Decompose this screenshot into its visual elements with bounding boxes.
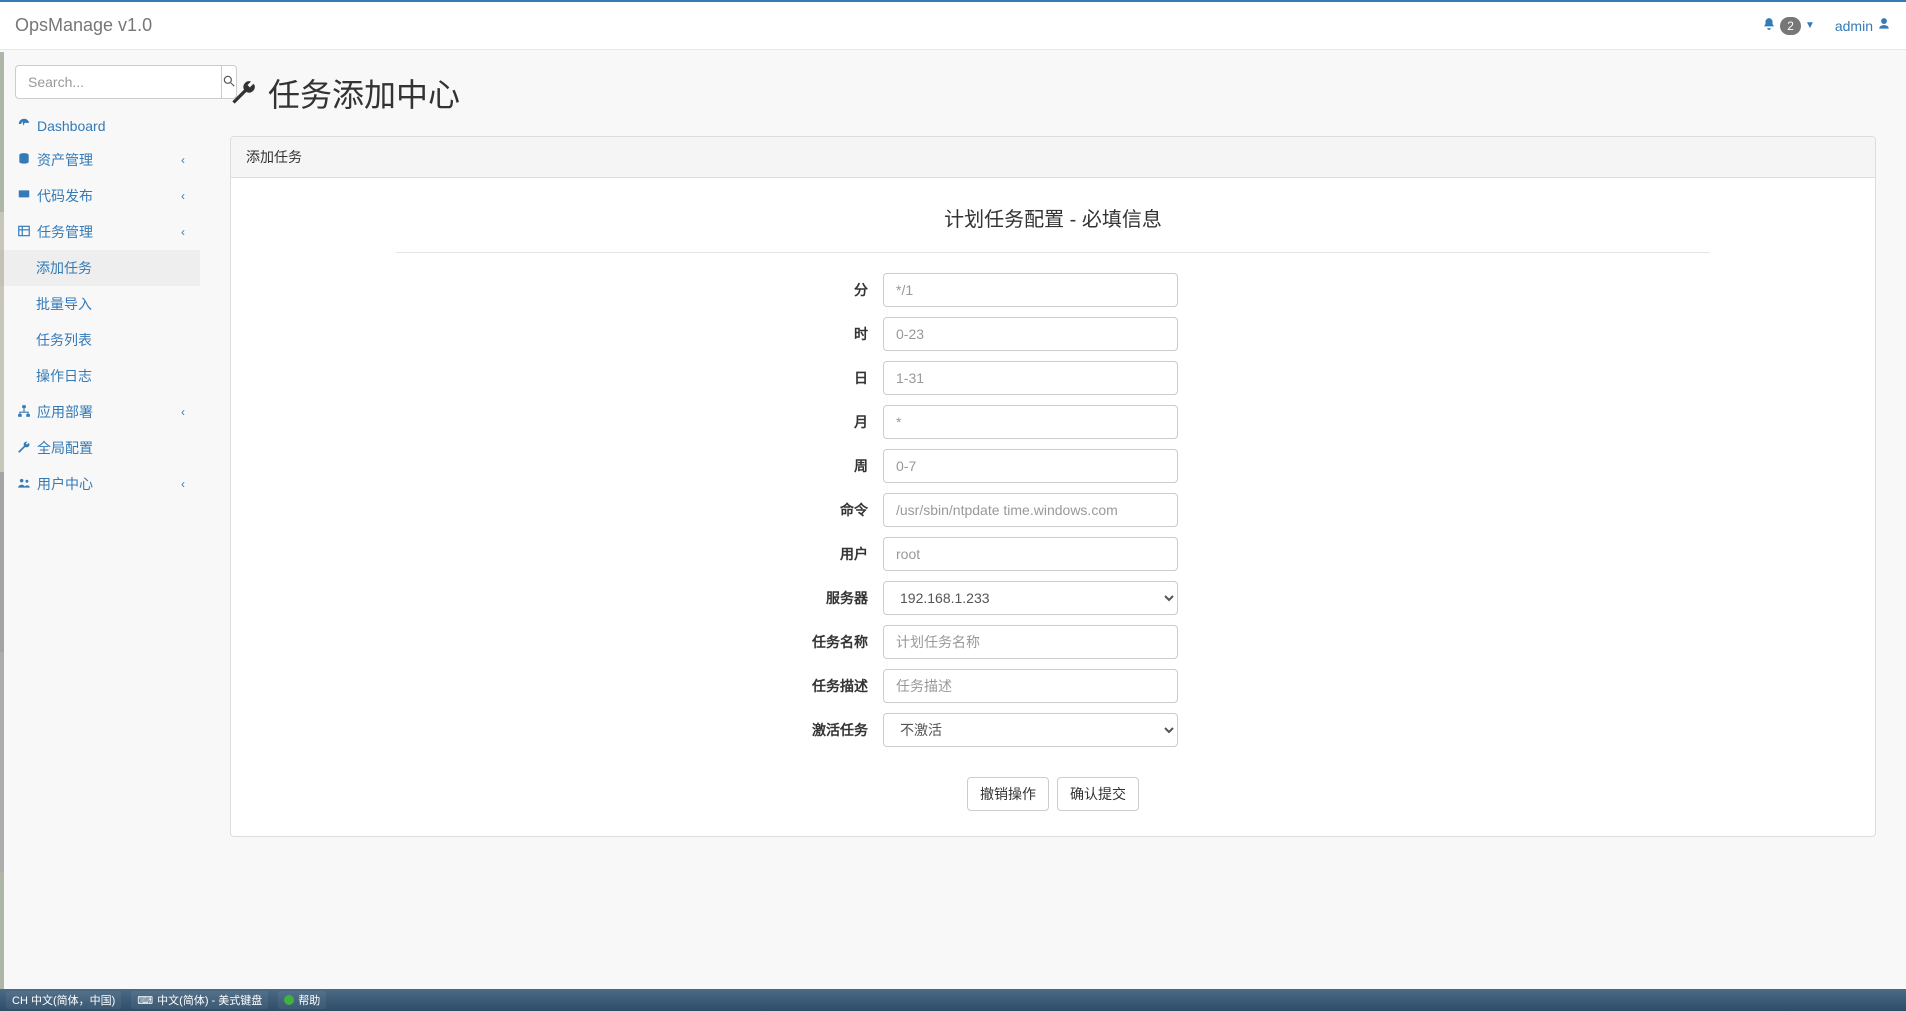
notification-badge: 2	[1780, 17, 1801, 35]
chevron-left-icon: ‹	[181, 405, 185, 419]
form-legend: 计划任务配置 - 必填信息	[396, 193, 1710, 253]
sidebar-item-global-config[interactable]: 全局配置	[0, 430, 200, 466]
chevron-left-icon: ‹	[181, 225, 185, 239]
label-week: 周	[573, 456, 883, 476]
sidebar-item-label: 应用部署	[37, 402, 93, 422]
chevron-left-icon: ‹	[181, 153, 185, 167]
label-month: 月	[573, 412, 883, 432]
left-edge-strip	[0, 52, 4, 989]
chevron-left-icon: ‹	[181, 189, 185, 203]
sidebar-item-label: 操作日志	[36, 366, 92, 386]
page-header: 任务添加中心	[230, 70, 1876, 116]
users-icon	[15, 476, 33, 493]
sidebar-item-deploy[interactable]: 代码发布 ‹	[0, 178, 200, 214]
sidebar-item-label: 任务管理	[37, 222, 93, 242]
notifications-menu[interactable]: 2 ▼	[1762, 17, 1815, 35]
label-server: 服务器	[573, 588, 883, 608]
sidebar-sub-list[interactable]: 任务列表	[0, 322, 200, 358]
table-icon	[15, 224, 33, 241]
sidebar-item-label: 用户中心	[37, 474, 93, 494]
user-menu[interactable]: admin	[1835, 17, 1891, 34]
bell-icon	[1762, 17, 1776, 34]
wrench-icon	[15, 440, 33, 457]
wrench-icon	[230, 78, 258, 109]
status-dot-icon	[284, 995, 294, 1005]
user-icon	[1877, 17, 1891, 34]
label-day: 日	[573, 368, 883, 388]
help-indicator[interactable]: 帮助	[278, 991, 326, 1009]
top-navbar: OpsManage v1.0 2 ▼ admin	[0, 0, 1906, 50]
user-field[interactable]	[883, 537, 1178, 571]
sidebar-search	[15, 65, 185, 99]
os-taskbar: CH 中文(简体，中国) ⌨ 中文(简体) - 美式键盘 帮助	[0, 989, 1906, 1011]
page-title: 任务添加中心	[268, 70, 460, 116]
reset-button[interactable]: 撤销操作	[967, 777, 1049, 811]
ime-label: 中文(简体) - 美式键盘	[157, 992, 262, 1008]
brand-link[interactable]: OpsManage v1.0	[15, 15, 167, 36]
sidebar-sub-add-task[interactable]: 添加任务	[0, 250, 200, 286]
sitemap-icon	[15, 404, 33, 421]
sidebar-item-label: 任务列表	[36, 330, 92, 350]
sidebar-item-app-deploy[interactable]: 应用部署 ‹	[0, 394, 200, 430]
user-label: admin	[1835, 18, 1873, 34]
task-desc-field[interactable]	[883, 669, 1178, 703]
chevron-left-icon: ‹	[181, 477, 185, 491]
month-field[interactable]	[883, 405, 1178, 439]
sidebar-item-label: 批量导入	[36, 294, 92, 314]
sidebar-item-label: Dashboard	[37, 118, 106, 134]
database-icon	[15, 152, 33, 169]
label-minute: 分	[573, 280, 883, 300]
label-command: 命令	[573, 500, 883, 520]
dashboard-icon	[15, 117, 33, 134]
command-field[interactable]	[883, 493, 1178, 527]
sidebar-item-assets[interactable]: 资产管理 ‹	[0, 142, 200, 178]
label-active: 激活任务	[573, 720, 883, 740]
ime-label: CH 中文(简体，中国)	[12, 992, 115, 1008]
sidebar-item-label: 全局配置	[37, 438, 93, 458]
help-label: 帮助	[298, 992, 320, 1008]
label-hour: 时	[573, 324, 883, 344]
panel-heading: 添加任务	[231, 137, 1875, 178]
label-desc: 任务描述	[573, 676, 883, 696]
ime-indicator-1[interactable]: CH 中文(简体，中国)	[6, 991, 121, 1009]
label-user: 用户	[573, 544, 883, 564]
desktop-icon	[15, 188, 33, 205]
hour-field[interactable]	[883, 317, 1178, 351]
search-input[interactable]	[15, 65, 221, 99]
sidebar-item-label: 资产管理	[37, 150, 93, 170]
caret-down-icon: ▼	[1805, 20, 1815, 31]
sidebar-item-dashboard[interactable]: Dashboard	[0, 109, 200, 142]
day-field[interactable]	[883, 361, 1178, 395]
sidebar-sub-log[interactable]: 操作日志	[0, 358, 200, 394]
keyboard-icon: ⌨	[137, 994, 153, 1007]
active-select[interactable]: 不激活	[883, 713, 1178, 747]
cron-form: 分 时 日	[573, 273, 1533, 821]
task-name-field[interactable]	[883, 625, 1178, 659]
submit-button[interactable]: 确认提交	[1057, 777, 1139, 811]
sidebar-item-user-center[interactable]: 用户中心 ‹	[0, 466, 200, 502]
label-name: 任务名称	[573, 632, 883, 652]
minute-field[interactable]	[883, 273, 1178, 307]
sidebar-sub-import[interactable]: 批量导入	[0, 286, 200, 322]
server-select[interactable]: 192.168.1.233	[883, 581, 1178, 615]
week-field[interactable]	[883, 449, 1178, 483]
sidebar-item-label: 代码发布	[37, 186, 93, 206]
ime-indicator-2[interactable]: ⌨ 中文(简体) - 美式键盘	[131, 991, 268, 1009]
sidebar-item-cron[interactable]: 任务管理 ‹	[0, 214, 200, 250]
sidebar-item-label: 添加任务	[36, 258, 92, 278]
sidebar: Dashboard 资产管理 ‹ 代码发布 ‹	[0, 50, 200, 877]
main-content: 任务添加中心 添加任务 计划任务配置 - 必填信息 分 时	[200, 50, 1906, 877]
panel-add-task: 添加任务 计划任务配置 - 必填信息 分 时	[230, 136, 1876, 837]
